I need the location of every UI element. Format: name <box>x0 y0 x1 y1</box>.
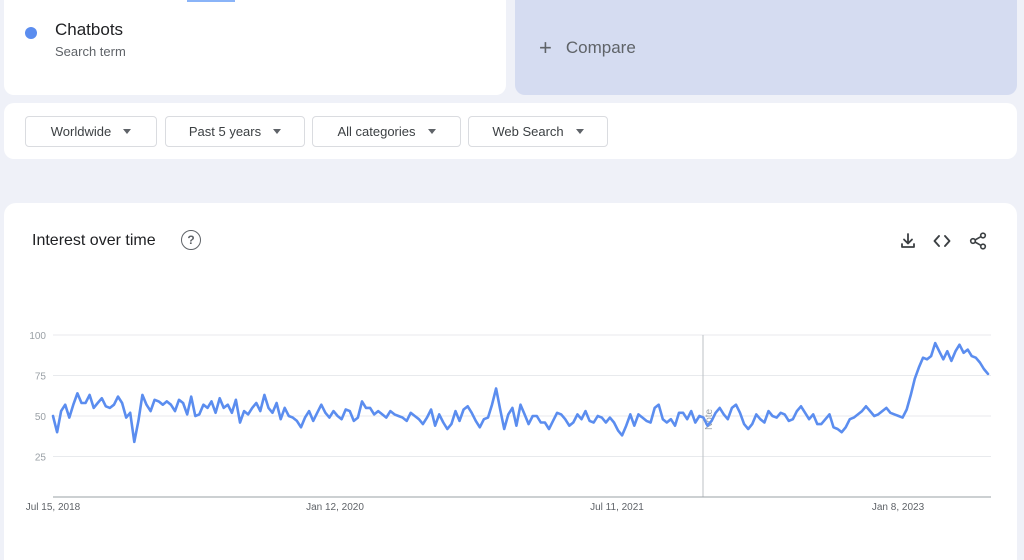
plus-icon: + <box>539 34 552 60</box>
compare-label: Compare <box>565 37 636 57</box>
caret-down-icon <box>427 129 436 134</box>
location-filter-label: Worldwide <box>50 124 112 139</box>
compare-button[interactable]: + Compare <box>515 0 1017 95</box>
search-term-card[interactable]: Chatbots Search term <box>4 0 506 95</box>
time-range-filter-label: Past 5 years <box>188 124 262 139</box>
time-range-filter-dropdown[interactable]: Past 5 years <box>165 116 305 147</box>
caret-down-icon <box>575 129 584 134</box>
interest-over-time-card: Interest over time ? <box>4 203 1017 560</box>
category-filter-label: All categories <box>337 124 416 139</box>
caret-down-icon <box>273 129 282 134</box>
series-color-dot <box>25 27 37 39</box>
filter-bar: Worldwide Past 5 years All categories We… <box>4 103 1017 159</box>
category-filter-dropdown[interactable]: All categories <box>312 116 461 147</box>
search-term-name[interactable]: Chatbots <box>55 20 123 40</box>
search-type-filter-dropdown[interactable]: Web Search <box>468 116 608 147</box>
caret-down-icon <box>123 129 132 134</box>
help-circle-icon[interactable]: ? <box>181 230 201 250</box>
chart-title: Interest over time <box>32 232 156 249</box>
search-type-filter-label: Web Search <box>492 124 564 139</box>
share-icon[interactable] <box>968 231 988 251</box>
active-tab-indicator <box>187 0 235 2</box>
search-term-subtitle: Search term <box>55 44 126 59</box>
location-filter-dropdown[interactable]: Worldwide <box>25 116 157 147</box>
download-icon[interactable] <box>898 231 918 251</box>
embed-code-icon[interactable] <box>932 231 952 251</box>
